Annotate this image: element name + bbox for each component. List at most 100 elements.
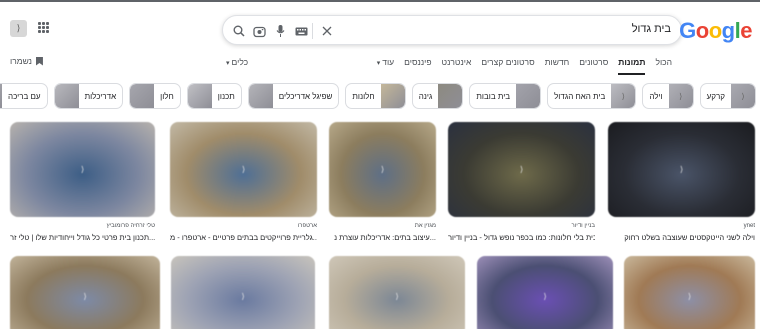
chip-label: בית האח הגדול	[554, 91, 606, 101]
tab-item[interactable]: הכול	[655, 57, 672, 71]
saved-label: נשמרו	[10, 56, 32, 66]
result-title[interactable]: גלריית פרוייקטים בבתים פרטיים - ארטפרו -…	[170, 233, 317, 242]
result-thumbnail[interactable]: ⟩	[448, 122, 595, 217]
search-input[interactable]: בית גדול	[632, 23, 671, 35]
search-icon[interactable]	[231, 23, 247, 39]
related-chip[interactable]: ⟩ בית האח הגדול	[547, 83, 637, 109]
chip-thumbnail	[380, 84, 405, 108]
image-result[interactable]: ⟩ בניין ודיור בית בלי חלונות: כמו בכפר נופ…	[448, 122, 595, 242]
result-thumbnail[interactable]: ⟩	[170, 122, 317, 217]
logo-letter: o	[695, 18, 709, 43]
image-result[interactable]: ⟩	[477, 256, 613, 329]
chip-label: אדריכלות	[84, 91, 117, 101]
tab-more[interactable]: עוד	[377, 57, 394, 71]
result-thumbnail[interactable]: ⟩	[329, 256, 465, 329]
related-chip[interactable]: תכנון	[186, 83, 242, 109]
tools-button[interactable]: כלים	[226, 57, 249, 67]
loading-glyph: ⟩	[543, 291, 547, 301]
logo-letter: G	[679, 18, 696, 43]
chip-label: שפיגל אדריכלים	[278, 91, 333, 101]
related-chip[interactable]: בית בובות	[469, 83, 542, 109]
related-chip[interactable]: אדריכלות	[53, 83, 124, 109]
tab-item[interactable]: פיננסים	[404, 57, 431, 71]
result-source[interactable]: ynet	[608, 223, 755, 229]
loading-glyph: ⟩	[687, 291, 692, 301]
related-chips: ⟩ קרקע ⟩ וילה ⟩ בית האח הגדול בית בובות גינה חלו…	[0, 83, 756, 109]
chip-label: בית בובות	[476, 91, 511, 101]
related-chip[interactable]: גינה	[411, 83, 464, 109]
loading-glyph: ⟩	[241, 165, 246, 174]
chip-label: חלון	[160, 91, 174, 101]
chip-thumbnail	[130, 84, 155, 108]
chip-thumbnail	[438, 84, 463, 108]
related-chip[interactable]: ⟩ קרקע	[699, 83, 756, 109]
result-title[interactable]: וילה לשני הייטקסטים שעוצבה בשלט רחוק	[608, 233, 755, 242]
loading-glyph: ⟩	[80, 165, 85, 174]
camera-lens-icon[interactable]	[251, 23, 267, 39]
loading-glyph: ⟩	[519, 165, 524, 174]
image-result[interactable]: ⟩ מגזין את עיצוב בתים: אדריכלות עוצרת נ...	[329, 122, 436, 242]
image-result[interactable]: ⟩	[329, 256, 465, 329]
result-title[interactable]: תכנון בית פרטי כל גודל וייחודיות שלו | ט…	[10, 233, 155, 242]
result-thumbnail[interactable]: ⟩	[10, 122, 155, 217]
chip-thumbnail	[248, 84, 273, 108]
related-chip[interactable]: חלון	[129, 83, 181, 109]
loading-glyph: ⟩	[679, 165, 684, 174]
chip-thumbnail	[516, 84, 541, 108]
chip-label: קרקע	[706, 91, 725, 101]
result-thumbnail[interactable]: ⟩	[171, 256, 315, 329]
keyboard-icon[interactable]	[293, 23, 309, 39]
related-chip[interactable]: ⟩ וילה	[642, 83, 694, 109]
chip-label: וילה	[649, 91, 663, 101]
search-tabs: הכול תמונות סרטונים חדשות סרטונים קצרים אינטר…	[377, 57, 672, 75]
search-box[interactable]: בית גדול	[222, 15, 682, 45]
mic-icon[interactable]	[272, 23, 288, 39]
result-thumbnail[interactable]: ⟩	[329, 122, 436, 217]
result-source[interactable]: ארטפרו	[170, 223, 317, 229]
chip-thumbnail: ⟩	[731, 84, 755, 108]
close-icon[interactable]	[320, 23, 334, 39]
tab-item[interactable]: אינטרנט	[442, 57, 472, 71]
chip-label: עם בריכה	[8, 91, 41, 101]
image-result[interactable]: ⟩	[171, 256, 315, 329]
avatar-glyph: ⟩	[16, 23, 21, 33]
saved-link[interactable]: נשמרו	[10, 56, 43, 66]
image-result[interactable]: ⟩ ארטפרו גלריית פרוייקטים בבתים פרטיים - א…	[170, 122, 317, 242]
result-title[interactable]: בית בלי חלונות: כמו בכפר נופש גדול - בני…	[448, 233, 595, 242]
chip-thumbnail: ⟩	[668, 84, 693, 108]
chip-label: תכנון	[217, 91, 235, 101]
chip-thumbnail	[187, 84, 212, 108]
image-result[interactable]: ⟩	[10, 256, 160, 329]
result-thumbnail[interactable]: ⟩	[608, 122, 755, 217]
bookmark-icon	[35, 56, 43, 66]
image-result[interactable]: ⟩ טלי זרחיה פרומוביץ תכנון בית פרטי כל גוד…	[10, 122, 155, 242]
chip-label: גינה	[418, 91, 433, 101]
loading-glyph: ⟩	[241, 291, 245, 301]
result-thumbnail[interactable]: ⟩	[10, 256, 160, 329]
result-title[interactable]: עיצוב בתים: אדריכלות עוצרת נ...	[329, 233, 436, 242]
result-source[interactable]: טלי זרחיה פרומוביץ	[10, 223, 155, 229]
chip-thumbnail	[54, 84, 79, 108]
tab-item[interactable]: סרטונים	[579, 57, 608, 71]
window-top-border	[0, 0, 760, 2]
google-logo[interactable]: Google	[679, 18, 752, 44]
related-chip[interactable]: חלונות	[345, 83, 406, 109]
result-source[interactable]: מגזין את	[329, 223, 436, 229]
tab-item[interactable]: חדשות	[545, 57, 570, 71]
loading-glyph: ⟩	[395, 291, 399, 301]
tab-item[interactable]: תמונות	[618, 57, 646, 75]
tab-item[interactable]: סרטונים קצרים	[481, 57, 534, 71]
result-thumbnail[interactable]: ⟩	[624, 256, 755, 329]
result-thumbnail[interactable]: ⟩	[477, 256, 613, 329]
account-avatar[interactable]: ⟩	[10, 20, 27, 37]
logo-letter: g	[721, 18, 735, 43]
logo-letter: o	[708, 18, 722, 43]
result-source[interactable]: בניין ודיור	[448, 223, 595, 229]
image-result[interactable]: ⟩ ynet וילה לשני הייטקסטים שעוצבה בשלט רחו…	[608, 122, 755, 242]
apps-grid-icon[interactable]	[38, 22, 49, 33]
loading-glyph: ⟩	[83, 291, 87, 301]
related-chip[interactable]: שפיגל אדריכלים	[247, 83, 340, 109]
search-divider	[312, 23, 313, 39]
image-result[interactable]: ⟩	[624, 256, 755, 329]
related-chip[interactable]: עם בריכה	[0, 83, 48, 109]
